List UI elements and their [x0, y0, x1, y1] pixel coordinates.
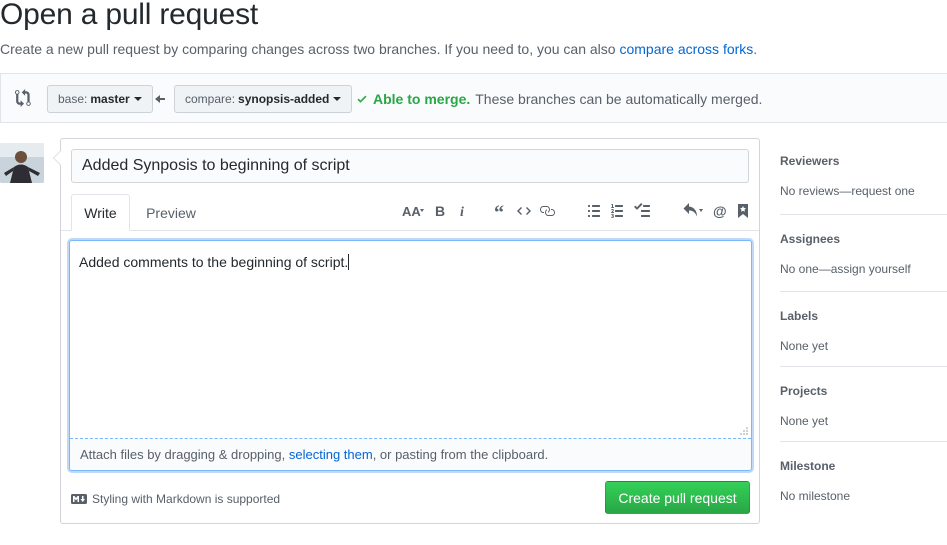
link-icon[interactable]: [537, 201, 557, 221]
select-files-link[interactable]: selecting them: [289, 447, 373, 462]
italic-icon[interactable]: i: [453, 201, 473, 221]
sidebar-value: None yet: [780, 414, 829, 428]
svg-text:“: “: [494, 203, 504, 219]
unordered-list-icon[interactable]: [586, 201, 606, 221]
sidebar-divider: [780, 441, 947, 442]
mention-icon[interactable]: @: [710, 201, 730, 221]
chevron-down-icon: [333, 97, 342, 101]
sidebar-heading: Reviewers: [780, 154, 840, 168]
avatar-image: [0, 143, 44, 183]
branch-range-bar: base: master compare: synopsis-added Abl…: [0, 73, 947, 123]
ordered-list-icon[interactable]: [609, 201, 629, 221]
markdown-icon: [71, 494, 87, 504]
bookmark-icon[interactable]: [733, 201, 753, 221]
sidebar-heading: Labels: [780, 309, 819, 323]
check-icon: [357, 95, 367, 103]
compare-across-forks-link[interactable]: compare across forks: [619, 41, 753, 57]
tab-preview[interactable]: Preview: [137, 194, 205, 231]
bold-icon[interactable]: B: [430, 201, 450, 221]
base-branch-value: master: [90, 92, 130, 106]
page-subtitle: Create a new pull request by comparing c…: [0, 41, 757, 57]
toolbar-list-group: [586, 201, 655, 221]
sidebar-section-labels[interactable]: Labels None yet: [780, 309, 947, 353]
resize-grip-icon[interactable]: [740, 427, 748, 435]
git-compare-icon: [15, 89, 31, 107]
tab-write[interactable]: Write: [71, 194, 130, 231]
attach-suffix: , or pasting from the clipboard.: [372, 447, 549, 462]
pull-request-form: Added Synposis to beginning of script Wr…: [53, 138, 760, 524]
text-cursor: [348, 254, 350, 270]
toolbar-extra-group: @: [681, 201, 756, 221]
sidebar-value: No milestone: [780, 489, 851, 503]
toolbar-format-group: AA B i: [399, 201, 476, 221]
sidebar-divider: [780, 366, 947, 367]
compare-branch-value: synopsis-added: [238, 92, 330, 106]
pr-body-value: Added comments to the beginning of scrip…: [79, 254, 349, 270]
subtitle-text: Create a new pull request by comparing c…: [0, 41, 620, 57]
subtitle-suffix: .: [753, 41, 758, 57]
sidebar-value: No reviews—request one: [780, 184, 915, 198]
svg-text:B: B: [435, 203, 445, 219]
svg-text:i: i: [460, 205, 464, 219]
merge-status-label: Able to merge.: [373, 91, 471, 107]
merge-status-message: These branches can be automatically merg…: [475, 91, 763, 107]
pr-body-textarea[interactable]: Added comments to the beginning of scrip…: [69, 240, 752, 471]
reply-icon[interactable]: [681, 201, 707, 221]
pr-title-input[interactable]: Added Synposis to beginning of script: [71, 149, 749, 183]
sidebar-divider: [780, 214, 947, 215]
markdown-note-text: Styling with Markdown is supported: [92, 492, 281, 506]
sidebar-divider: [780, 291, 947, 292]
svg-text:AA: AA: [402, 204, 421, 219]
compare-branch-prefix: compare:: [185, 92, 236, 106]
sidebar-heading: Milestone: [780, 459, 836, 473]
page-title: Open a pull request: [0, 0, 259, 31]
file-attach-zone[interactable]: Attach files by dragging & dropping, sel…: [70, 438, 751, 470]
compare-branch-select[interactable]: compare: synopsis-added: [174, 85, 353, 113]
text-size-icon[interactable]: AA: [399, 201, 427, 221]
sidebar-value: No one—assign yourself: [780, 262, 911, 276]
sidebar-section-assignees[interactable]: Assignees No one—assign yourself: [780, 232, 947, 276]
code-icon[interactable]: [514, 201, 534, 221]
base-branch-select[interactable]: base: master: [47, 85, 153, 113]
sidebar-heading: Assignees: [780, 232, 841, 246]
merge-status: Able to merge. These branches can be aut…: [356, 91, 762, 107]
arrow-left-icon: [155, 95, 165, 103]
base-branch-prefix: base:: [58, 92, 88, 106]
sidebar-heading: Projects: [780, 384, 828, 398]
chevron-down-icon: [133, 97, 142, 101]
quote-icon[interactable]: “: [491, 201, 511, 221]
task-list-icon[interactable]: [632, 201, 652, 221]
sidebar-value: None yet: [780, 339, 829, 353]
attach-prefix: Attach files by dragging & dropping,: [80, 447, 289, 462]
sidebar-section-reviewers[interactable]: Reviewers No reviews—request one: [780, 154, 947, 198]
create-pull-request-button[interactable]: Create pull request: [605, 481, 750, 514]
sidebar-section-projects[interactable]: Projects None yet: [780, 384, 947, 428]
markdown-note: Styling with Markdown is supported: [71, 492, 280, 506]
toolbar-insert-group: “: [491, 201, 560, 221]
sidebar-section-milestone[interactable]: Milestone No milestone: [780, 459, 947, 503]
svg-text:@: @: [713, 203, 727, 219]
pr-body-text: Added comments to the beginning of scrip…: [79, 254, 350, 270]
avatar: [0, 143, 44, 183]
